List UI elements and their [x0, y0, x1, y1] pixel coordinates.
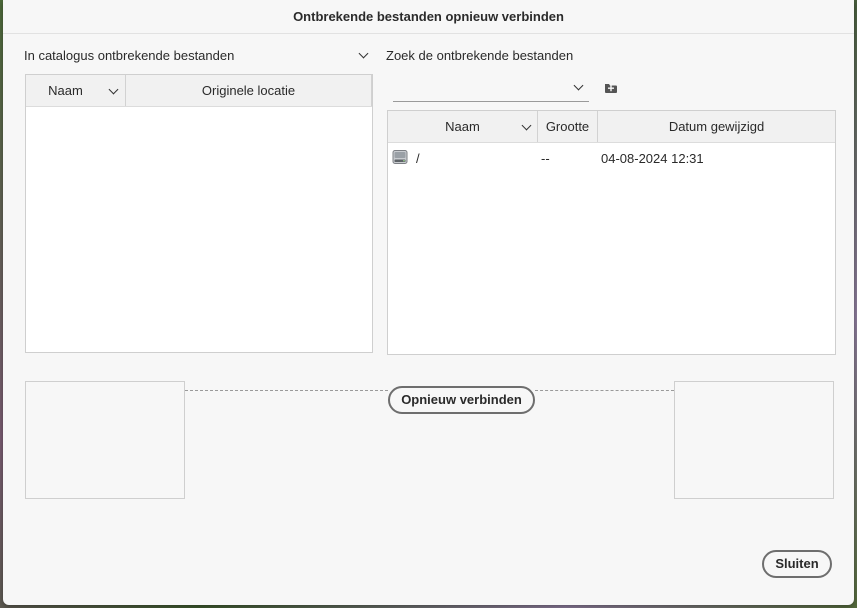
column-header-name[interactable]: Naam [26, 75, 126, 106]
found-file-preview [674, 381, 834, 499]
column-header-size[interactable]: Grootte [538, 111, 598, 142]
column-header-original-location[interactable]: Originele locatie [126, 75, 372, 106]
missing-file-preview [25, 381, 185, 499]
column-header-name[interactable]: Naam [388, 111, 538, 142]
row-name: / [416, 151, 420, 166]
search-files-table[interactable]: Naam Grootte Datum gewijzigd / -- 04-08-… [387, 110, 836, 355]
dialog-title: Ontbrekende bestanden opnieuw verbinden [3, 0, 854, 34]
relink-button[interactable]: Opnieuw verbinden [388, 386, 535, 414]
missing-files-dropdown[interactable]: In catalogus ontbrekende bestanden [24, 46, 374, 66]
column-header-date-modified[interactable]: Datum gewijzigd [598, 111, 835, 142]
chevron-down-icon [521, 120, 532, 131]
chevron-down-icon [573, 80, 584, 91]
chevron-down-icon [108, 84, 119, 95]
connector-line-right [535, 390, 674, 391]
row-date-modified: 04-08-2024 12:31 [601, 151, 704, 166]
close-button[interactable]: Sluiten [762, 550, 832, 578]
table-row[interactable]: / -- 04-08-2024 12:31 [388, 143, 835, 169]
chevron-down-icon [358, 48, 369, 59]
relink-dialog: Ontbrekende bestanden opnieuw verbinden … [3, 0, 854, 605]
disk-drive-icon [392, 149, 408, 165]
location-combobox[interactable] [393, 77, 589, 102]
missing-files-dropdown-label: In catalogus ontbrekende bestanden [24, 48, 235, 63]
table-header: Naam Originele locatie [26, 75, 372, 107]
table-header: Naam Grootte Datum gewijzigd [388, 111, 835, 143]
row-size: -- [541, 151, 550, 166]
browse-folder-icon[interactable] [604, 82, 618, 94]
connector-line-left [185, 390, 388, 391]
missing-files-table[interactable]: Naam Originele locatie [25, 74, 373, 353]
search-section-label: Zoek de ontbrekende bestanden [386, 48, 574, 63]
